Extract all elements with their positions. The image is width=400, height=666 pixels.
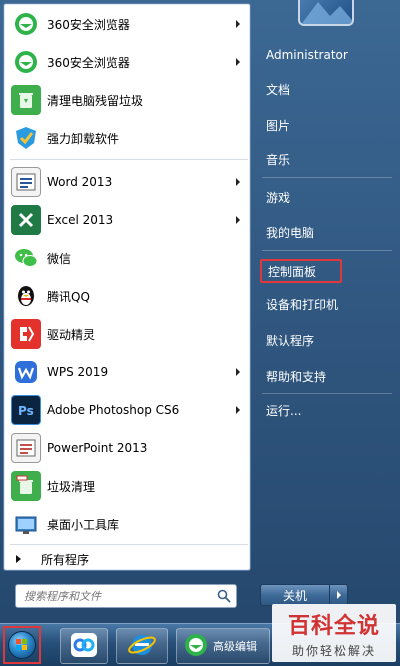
program-item-driver-genius[interactable]: 驱动精灵: [7, 316, 247, 352]
excel-icon: [11, 205, 41, 235]
music-link[interactable]: 音乐: [260, 147, 394, 171]
driver-genius-icon: [11, 319, 41, 349]
search-icon[interactable]: [214, 586, 234, 606]
baike-watermark: 百科全说 助你轻松解决: [272, 604, 396, 662]
program-item-powerpoint[interactable]: PowerPoint 2013: [7, 430, 247, 466]
submenu-arrow-icon: [236, 406, 240, 414]
triangle-right-icon: [16, 555, 21, 563]
program-item-qq[interactable]: 腾讯QQ: [7, 278, 247, 314]
search-input[interactable]: [24, 589, 214, 603]
program-item-gadgets[interactable]: 桌面小工具库: [7, 506, 247, 542]
program-item-360-browser-1[interactable]: 360安全浏览器: [7, 6, 247, 42]
divider: [10, 159, 248, 160]
taskbar-baidu-netdisk[interactable]: [60, 628, 108, 664]
run-link[interactable]: 运行...: [260, 398, 394, 422]
word-icon: [11, 167, 41, 197]
start-menu: 360安全浏览器 360安全浏览器 清理电脑残留垃圾 强力卸载软件 Word 2…: [0, 0, 400, 623]
default-programs-link[interactable]: 默认程序: [260, 328, 394, 352]
wps-icon: [11, 357, 41, 387]
program-item-uninstaller[interactable]: 强力卸载软件: [7, 120, 247, 156]
program-item-360-browser-2[interactable]: 360安全浏览器: [7, 44, 247, 80]
program-item-excel[interactable]: Excel 2013: [7, 202, 247, 238]
wechat-icon: [11, 243, 41, 273]
help-support-link[interactable]: 帮助和支持: [260, 364, 394, 388]
recycle-bin-icon: [11, 85, 41, 115]
360-browser-icon: [183, 632, 209, 661]
internet-explorer-icon: [127, 630, 157, 663]
divider: [262, 177, 392, 178]
program-label: PowerPoint 2013: [47, 441, 148, 455]
submenu-arrow-icon: [236, 178, 240, 186]
taskbar-app-label: 高级编辑: [213, 640, 257, 653]
svg-text:Ps: Ps: [18, 404, 34, 418]
program-label: 微信: [47, 251, 72, 266]
program-item-cleanup[interactable]: 清理电脑残留垃圾: [7, 82, 247, 118]
360-browser-icon: [11, 9, 41, 39]
program-item-wps[interactable]: WPS 2019: [7, 354, 247, 390]
program-label: Word 2013: [47, 175, 113, 189]
qq-penguin-icon: [11, 281, 41, 311]
trash-cleaner-icon: [11, 471, 41, 501]
program-item-trash-cleaner[interactable]: 垃圾清理: [7, 468, 247, 504]
all-programs-label: 所有程序: [41, 552, 90, 567]
program-label: 清理电脑残留垃圾: [47, 93, 144, 108]
programs-pane: 360安全浏览器 360安全浏览器 清理电脑残留垃圾 强力卸载软件 Word 2…: [3, 3, 251, 571]
games-link[interactable]: 游戏: [260, 185, 394, 209]
watermark-title: 百科全说: [287, 613, 380, 639]
program-item-wechat[interactable]: 微信: [7, 240, 247, 276]
submenu-arrow-icon: [236, 58, 240, 66]
program-label: Excel 2013: [47, 213, 114, 227]
powerpoint-icon: [11, 433, 41, 463]
program-item-word[interactable]: Word 2013: [7, 164, 247, 200]
devices-printers-link[interactable]: 设备和打印机: [260, 292, 394, 316]
user-avatar[interactable]: [298, 0, 354, 26]
control-panel-link[interactable]: 控制面板: [260, 259, 342, 283]
program-label: 360安全浏览器: [47, 17, 130, 32]
submenu-arrow-icon: [236, 368, 240, 376]
360-browser-icon: [11, 47, 41, 77]
windows-logo-icon: [8, 631, 36, 659]
my-computer-link[interactable]: 我的电脑: [260, 220, 394, 244]
program-label: WPS 2019: [47, 365, 109, 379]
username-link[interactable]: Administrator: [260, 43, 394, 67]
start-button[interactable]: [3, 626, 41, 664]
uninstall-shield-icon: [11, 123, 41, 153]
all-programs-button[interactable]: 所有程序: [7, 547, 247, 571]
watermark-subtitle: 助你轻松解决: [291, 643, 376, 658]
divider: [262, 250, 392, 251]
program-label: 360安全浏览器: [47, 55, 130, 70]
program-label: 腾讯QQ: [47, 289, 90, 304]
taskbar-internet-explorer[interactable]: [116, 628, 168, 664]
divider: [262, 393, 392, 394]
program-item-photoshop[interactable]: Ps Adobe Photoshop CS6: [7, 392, 247, 428]
program-label: Adobe Photoshop CS6: [47, 403, 180, 417]
search-area: [3, 574, 251, 620]
taskbar-advanced-editor[interactable]: 高级编辑: [176, 628, 270, 664]
chevron-right-icon: [336, 591, 341, 599]
shutdown-options-button[interactable]: [330, 584, 348, 606]
gadgets-icon: [11, 509, 41, 539]
divider: [10, 544, 248, 545]
search-box[interactable]: [15, 584, 237, 608]
program-label: 强力卸载软件: [47, 131, 120, 146]
shutdown-button[interactable]: 关机: [260, 584, 330, 606]
baidu-netdisk-icon: [69, 631, 99, 662]
pictures-link[interactable]: 图片: [260, 113, 394, 137]
places-pane: Administrator 文档 图片 音乐 游戏 我的电脑 控制面板 设备和打…: [254, 0, 400, 623]
program-label: 桌面小工具库: [47, 517, 120, 532]
documents-link[interactable]: 文档: [260, 77, 394, 101]
submenu-arrow-icon: [236, 216, 240, 224]
program-label: 垃圾清理: [47, 479, 96, 494]
submenu-arrow-icon: [236, 20, 240, 28]
photoshop-icon: Ps: [11, 395, 41, 425]
program-label: 驱动精灵: [47, 327, 96, 342]
